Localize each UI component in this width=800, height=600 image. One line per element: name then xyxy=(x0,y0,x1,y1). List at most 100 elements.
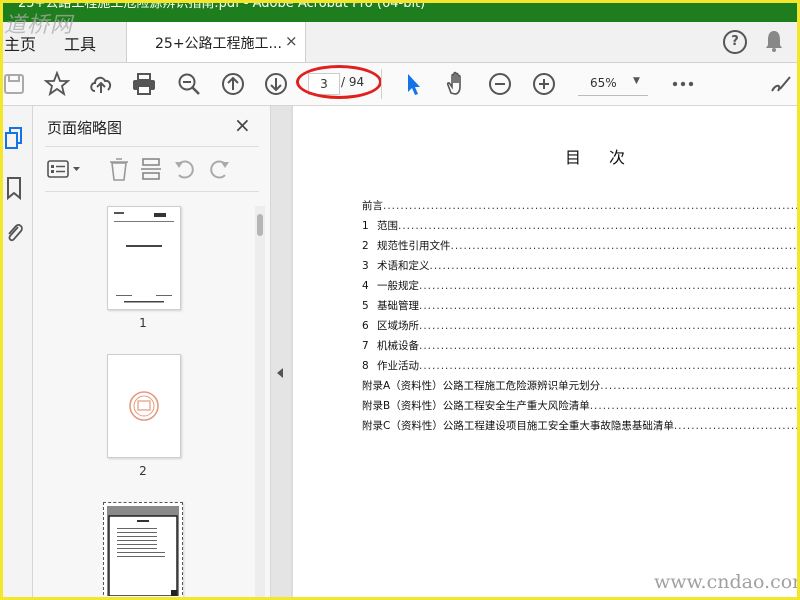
toc-leader-dots: ........................................… xyxy=(600,380,798,392)
chevron-down-icon: ▼ xyxy=(633,76,640,86)
watermark-url: www.cndao.com xyxy=(654,571,800,593)
toc-leader-dots: ........................................… xyxy=(419,280,798,292)
toc-entry[interactable]: 5 基础管理...................................… xyxy=(362,296,798,316)
select-cursor-icon[interactable] xyxy=(400,71,426,97)
toc-entry-title: 机械设备 xyxy=(377,340,419,352)
toc-entry-number: 1 xyxy=(362,220,369,232)
toc-leader-dots: ........................................… xyxy=(589,400,798,412)
panel-divider xyxy=(45,146,259,147)
toc-entry[interactable]: 附录A（资料性）公路工程施工危险源辨识单元划分.................… xyxy=(362,376,798,396)
toc-entry[interactable]: 7 机械设备...................................… xyxy=(362,336,798,356)
bookmark-star-icon[interactable] xyxy=(44,71,70,97)
delete-pages-icon[interactable] xyxy=(107,156,131,182)
panel-title: 页面缩略图 xyxy=(47,119,123,137)
toc-entry[interactable]: 附录C（资料性）公路工程建设项目施工安全重大事故隐患基础清单..........… xyxy=(362,416,798,436)
toc-entry-number: 6 xyxy=(362,320,369,332)
zoom-search-icon[interactable] xyxy=(176,71,202,97)
zoom-in-icon[interactable] xyxy=(531,71,557,97)
zoom-out-icon[interactable] xyxy=(487,71,513,97)
toc-heading: 目次 xyxy=(565,148,654,167)
scrollbar-thumb[interactable] xyxy=(257,214,263,236)
watermark-logo: 道桥网 xyxy=(4,13,74,38)
sign-pen-icon[interactable] xyxy=(768,71,794,97)
toc-entry-title: 区域场所 xyxy=(377,320,419,332)
panel-divider xyxy=(45,191,259,192)
thumbnail-options-button[interactable] xyxy=(47,156,83,182)
rotate-right-icon[interactable] xyxy=(207,156,231,182)
tab-bar: 主页 工具 25+公路工程施工... × ? xyxy=(0,22,800,63)
toc-entry[interactable]: 附录B（资料性）公路工程安全生产重大风险清单..................… xyxy=(362,396,798,416)
insert-pages-icon[interactable] xyxy=(139,156,163,182)
toc-leader-dots: ........................................… xyxy=(673,420,798,432)
page-thumbnail[interactable] xyxy=(107,354,181,458)
toc-entry[interactable]: 8 作业活动...................................… xyxy=(362,356,798,376)
attachments-icon[interactable] xyxy=(4,220,24,244)
window-titlebar: 25+公路工程施工危险源辨识指南.pdf - Adobe Acrobat Pro… xyxy=(0,0,800,22)
next-page-icon[interactable] xyxy=(263,71,289,97)
list-options-icon xyxy=(47,160,80,178)
toc-entry-title: 前言 xyxy=(362,200,383,212)
panel-close-icon[interactable]: × xyxy=(234,113,251,137)
thumbnail-list: 1 2 xyxy=(33,198,257,600)
thumbnail-page-number: 2 xyxy=(139,464,147,478)
toc-entry[interactable]: 1 范围.....................................… xyxy=(362,216,798,236)
toc-entry[interactable]: 3 术语和定义..................................… xyxy=(362,256,798,276)
thumbnails-panel: 页面缩略图 × 1 2 xyxy=(33,106,271,600)
navigation-rail xyxy=(0,106,33,600)
previous-page-icon[interactable] xyxy=(220,71,246,97)
zoom-level-value: 65% xyxy=(590,76,617,90)
cloud-upload-icon[interactable] xyxy=(88,71,114,97)
thumbnail-scrollbar[interactable] xyxy=(255,206,265,600)
panel-collapse-handle[interactable] xyxy=(271,106,291,600)
toc-leader-dots: ........................................… xyxy=(429,260,799,272)
seal-stamp-preview xyxy=(129,391,159,421)
document-page: 目次 前言...................................… xyxy=(293,106,798,600)
more-options-icon[interactable] xyxy=(670,71,696,97)
toc-entry-title: 基础管理 xyxy=(377,300,419,312)
thumbnail-page-number: 1 xyxy=(139,316,147,330)
toc-entry[interactable]: 前言......................................… xyxy=(362,196,798,216)
page-thumbnails-icon[interactable] xyxy=(4,126,24,150)
document-viewport: 目次 前言...................................… xyxy=(291,106,800,600)
toc-entry-title: 一般规定 xyxy=(377,280,419,292)
toc-entry-number: 2 xyxy=(362,240,369,252)
zoom-level-select[interactable]: 65% ▼ xyxy=(578,73,648,96)
toc-entry-title: 术语和定义 xyxy=(377,260,430,272)
toolbar-divider xyxy=(381,69,382,99)
toc-entry-title: 附录C（资料性）公路工程建设项目施工安全重大事故隐患基础清单 xyxy=(362,420,674,432)
toc-entry[interactable]: 4 一般规定...................................… xyxy=(362,276,798,296)
page-thumbnail[interactable] xyxy=(107,206,181,310)
hand-tool-icon[interactable] xyxy=(444,71,470,97)
table-of-contents: 前言......................................… xyxy=(362,196,798,436)
page-thumbnail-selected[interactable] xyxy=(103,502,183,600)
window-title: 25+公路工程施工危险源辨识指南.pdf - Adobe Acrobat Pro… xyxy=(18,0,426,11)
bell-icon[interactable] xyxy=(765,30,783,52)
rotate-left-icon[interactable] xyxy=(173,156,197,182)
annotation-circle xyxy=(296,65,382,99)
toc-leader-dots: ........................................… xyxy=(419,300,798,312)
toc-leader-dots: ........................................… xyxy=(450,240,799,252)
page-cover-preview xyxy=(114,212,174,303)
toc-entry-number: 4 xyxy=(362,280,369,292)
tab-close-icon[interactable]: × xyxy=(285,32,298,50)
toc-leader-dots: ........................................… xyxy=(398,220,798,232)
print-icon[interactable] xyxy=(131,71,157,97)
tab-document[interactable]: 25+公路工程施工... × xyxy=(126,22,306,62)
toc-entry[interactable]: 2 规范性引用文件................................… xyxy=(362,236,798,256)
toc-entry-title: 作业活动 xyxy=(377,360,419,372)
toc-entry-title: 规范性引用文件 xyxy=(377,240,451,252)
toc-entry-title: 范围 xyxy=(377,220,398,232)
toc-entry-number: 8 xyxy=(362,360,369,372)
toc-entry-title: 附录B（资料性）公路工程安全生产重大风险清单 xyxy=(362,400,590,412)
toc-entry-number: 5 xyxy=(362,300,369,312)
toc-entry-title: 附录A（资料性）公路工程施工危险源辨识单元划分 xyxy=(362,380,601,392)
help-icon[interactable]: ? xyxy=(723,30,747,54)
save-icon[interactable] xyxy=(2,71,28,97)
toc-entry-number: 3 xyxy=(362,260,369,272)
toc-entry[interactable]: 6 区域场所...................................… xyxy=(362,316,798,336)
toc-leader-dots: ........................................… xyxy=(419,340,798,352)
bookmarks-icon[interactable] xyxy=(4,176,24,200)
toc-page-preview xyxy=(107,506,179,597)
main-toolbar: 3 / 94 65% ▼ xyxy=(0,63,800,106)
toc-leader-dots: ........................................… xyxy=(419,320,798,332)
